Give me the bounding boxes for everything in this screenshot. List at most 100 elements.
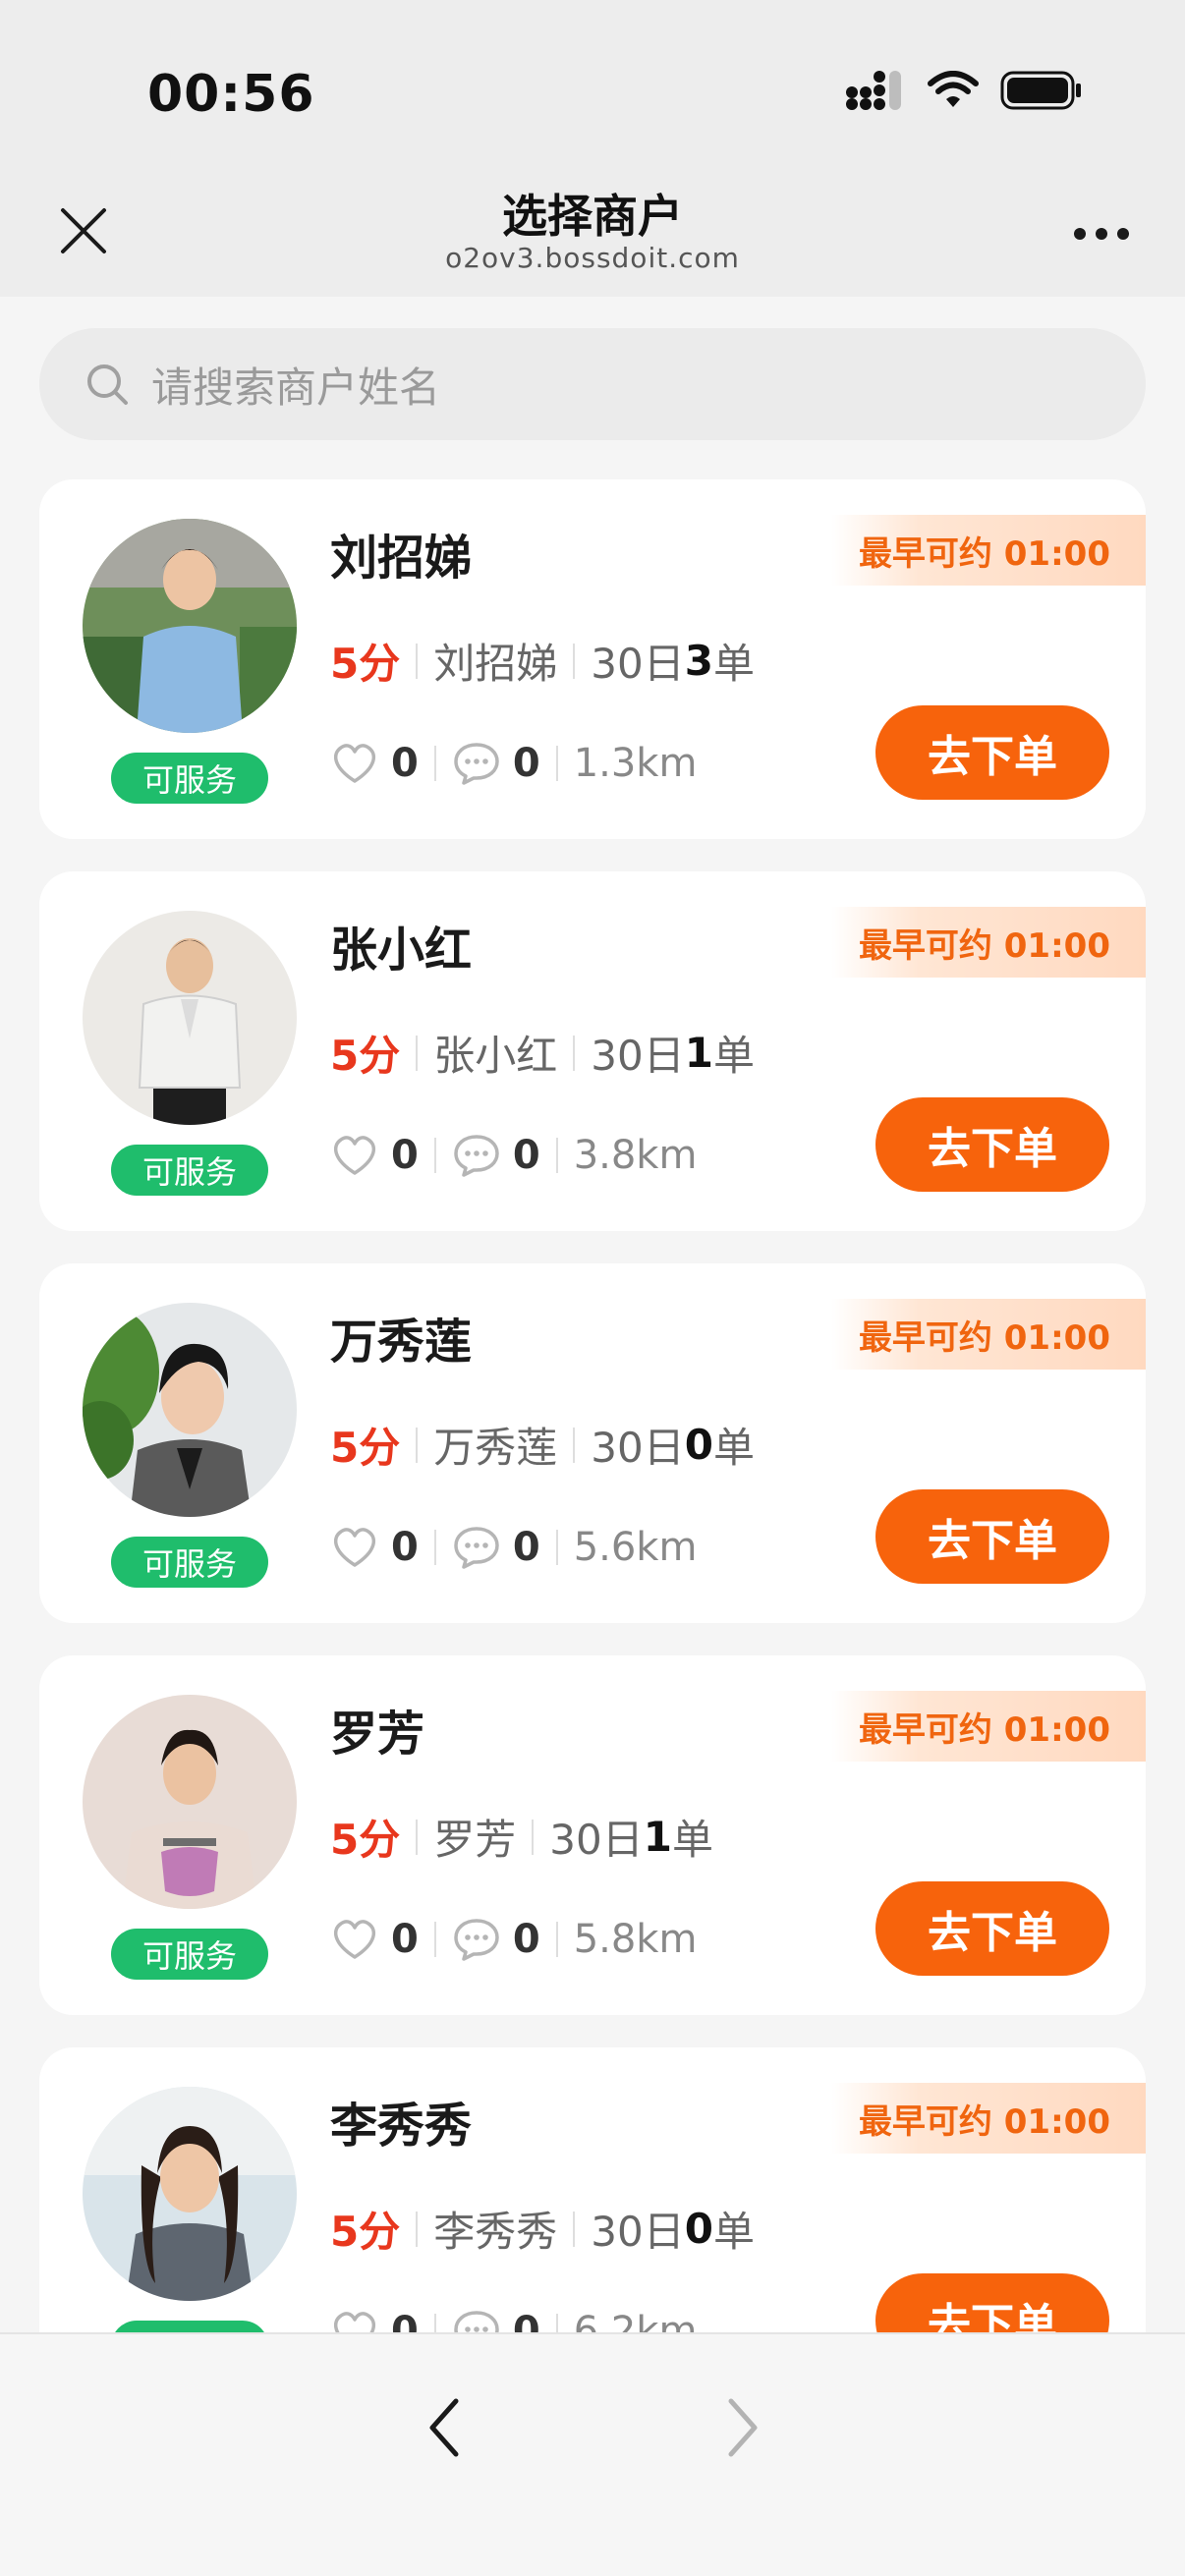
merchant-name: 万秀莲	[330, 1315, 473, 1370]
earliest-time-badge: 最早可约 01:00	[831, 1299, 1146, 1370]
heart-icon	[333, 1528, 376, 1567]
comments-count: 0	[512, 2309, 540, 2332]
place-order-button[interactable]: 去下单	[875, 1489, 1109, 1584]
divider	[573, 1035, 576, 1071]
orders-prefix: 30日	[591, 2208, 685, 2256]
merchant-display-name: 李秀秀	[433, 2208, 558, 2256]
likes-count: 0	[391, 2309, 419, 2332]
status-badge: 可服务	[111, 1929, 268, 1980]
comments-count: 0	[512, 741, 540, 786]
comments-count: 0	[512, 1917, 540, 1962]
earliest-time-badge: 最早可约 01:00	[831, 2083, 1146, 2154]
earliest-time-badge: 最早可约 01:00	[831, 907, 1146, 978]
comment-icon	[454, 743, 499, 785]
divider	[555, 1922, 558, 1957]
search-icon	[87, 364, 128, 405]
distance: 1.3km	[573, 741, 698, 786]
merchant-card[interactable]: 可服务 张小红 最早可约 01:00 5分 张小红 30日 1 单 0 0 3.8k…	[39, 871, 1146, 1231]
divider	[416, 1035, 419, 1071]
cellular-signal-icon	[846, 71, 901, 110]
merchant-score: 5分	[330, 1816, 401, 1864]
comment-icon	[454, 1527, 499, 1569]
merchant-info-row: 5分 刘招娣 30日 3 单	[330, 631, 755, 691]
divider	[555, 2314, 558, 2332]
divider	[555, 746, 558, 781]
orders-prefix: 30日	[591, 640, 685, 688]
avatar	[83, 2087, 297, 2301]
place-order-button[interactable]: 去下单	[875, 1097, 1109, 1192]
comment-icon	[454, 1135, 499, 1177]
heart-icon	[333, 1920, 376, 1959]
merchant-card[interactable]: 可服务 刘招娣 最早可约 01:00 5分 刘招娣 30日 3 单 0 0 1.3k…	[39, 479, 1146, 839]
divider	[433, 2314, 436, 2332]
divider	[555, 1530, 558, 1565]
orders-suffix: 单	[671, 1816, 713, 1864]
more-icon[interactable]	[1073, 226, 1130, 242]
orders-count: 1	[684, 1029, 713, 1077]
place-order-button[interactable]: 去下单	[875, 705, 1109, 800]
nav-bar: 选择商户 o2ov3.bossdoit.com	[0, 177, 1185, 297]
divider	[532, 1819, 535, 1855]
search-input[interactable]: 请搜索商户姓名	[39, 328, 1146, 440]
status-badge: 可服务	[111, 2321, 268, 2332]
avatar	[83, 1695, 297, 1909]
forward-arrow-icon[interactable]	[719, 2393, 766, 2462]
comment-icon	[454, 2311, 499, 2332]
orders-suffix: 单	[712, 1424, 755, 1472]
divider	[433, 1138, 436, 1173]
back-arrow-icon[interactable]	[421, 2393, 468, 2462]
page-title: 选择商户	[502, 190, 683, 243]
orders-prefix: 30日	[549, 1816, 644, 1864]
orders-suffix: 单	[712, 2208, 755, 2256]
merchant-stats-row: 0 0 5.8km	[330, 1917, 697, 1962]
avatar	[83, 911, 297, 1125]
heart-icon	[333, 744, 376, 783]
comment-icon	[454, 1919, 499, 1961]
likes-count: 0	[391, 1133, 419, 1178]
earliest-time-badge: 最早可约 01:00	[831, 1691, 1146, 1762]
merchant-stats-row: 0 0 3.8km	[330, 1133, 697, 1178]
status-time: 00:56	[147, 65, 315, 124]
distance: 3.8km	[573, 1133, 698, 1178]
divider	[433, 1530, 436, 1565]
status-bar: 00:56	[0, 0, 1185, 177]
merchant-display-name: 万秀莲	[433, 1424, 558, 1472]
merchant-stats-row: 0 0 1.3km	[330, 741, 697, 786]
divider	[433, 746, 436, 781]
merchant-name: 刘招娣	[330, 531, 473, 586]
merchant-stats-row: 0 0 5.6km	[330, 1525, 697, 1570]
orders-prefix: 30日	[591, 1032, 685, 1080]
merchant-card[interactable]: 可服务 罗芳 最早可约 01:00 5分 罗芳 30日 1 单 0 0 5.8km …	[39, 1655, 1146, 2015]
divider	[433, 1922, 436, 1957]
merchant-name: 张小红	[330, 923, 473, 978]
status-badge: 可服务	[111, 1145, 268, 1196]
divider	[555, 1138, 558, 1173]
merchant-list: 可服务 刘招娣 最早可约 01:00 5分 刘招娣 30日 3 单 0 0 1.3k…	[39, 479, 1146, 2332]
place-order-button[interactable]: 去下单	[875, 1881, 1109, 1976]
page-domain: o2ov3.bossdoit.com	[445, 242, 740, 274]
divider	[573, 1427, 576, 1463]
divider	[573, 2211, 576, 2247]
distance: 5.8km	[573, 1917, 698, 1962]
merchant-card[interactable]: 可服务 李秀秀 最早可约 01:00 5分 李秀秀 30日0单 0 0 6.2k…	[39, 2047, 1146, 2332]
distance: 5.6km	[573, 1525, 698, 1570]
distance: 6.2km	[573, 2309, 698, 2332]
heart-icon	[333, 2312, 376, 2332]
merchant-score: 5分	[330, 2208, 401, 2256]
place-order-button[interactable]: 去下单	[875, 2273, 1109, 2332]
earliest-time-badge: 最早可约 01:00	[831, 515, 1146, 586]
divider	[416, 2211, 419, 2247]
merchant-score: 5分	[330, 640, 401, 688]
search-placeholder: 请搜索商户姓名	[151, 363, 441, 412]
merchant-info-row: 5分 罗芳 30日 1 单	[330, 1807, 713, 1867]
merchant-card[interactable]: 可服务 万秀莲 最早可约 01:00 5分 万秀莲 30日 0 单 0 0 5.6k…	[39, 1263, 1146, 1623]
merchant-stats-row: 0 0 6.2km	[330, 2309, 697, 2332]
divider	[573, 643, 576, 679]
likes-count: 0	[391, 741, 419, 786]
merchant-name: 罗芳	[330, 1707, 425, 1762]
status-badge: 可服务	[111, 1537, 268, 1588]
merchant-info-row: 5分 张小红 30日 1 单	[330, 1023, 755, 1083]
likes-count: 0	[391, 1525, 419, 1570]
orders-count: 0	[684, 1421, 713, 1469]
status-badge: 可服务	[111, 753, 268, 804]
